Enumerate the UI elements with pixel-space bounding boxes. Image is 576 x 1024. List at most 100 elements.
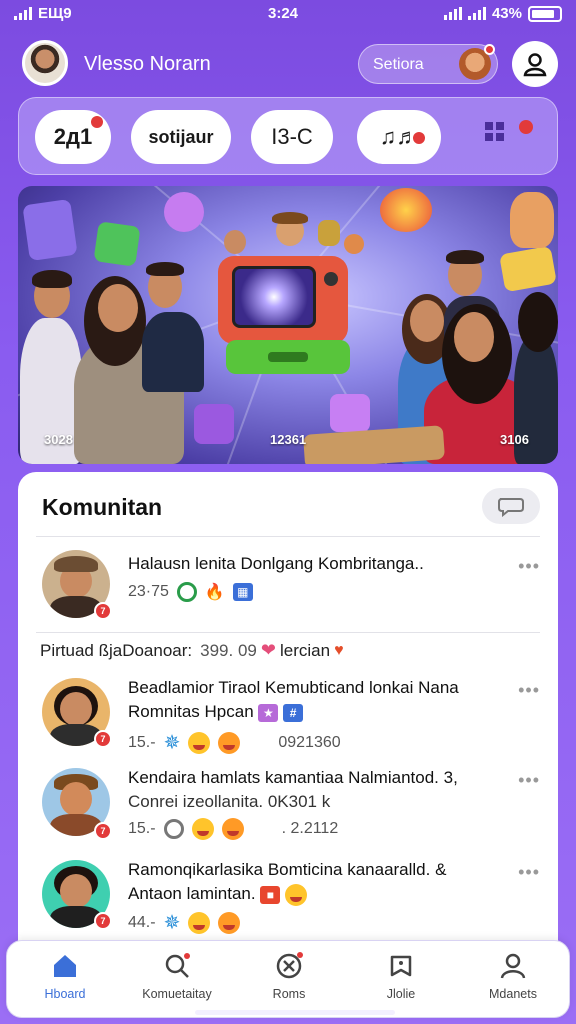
badge-icon: 7 — [94, 822, 112, 840]
nav-notifications[interactable]: Jlolie — [345, 951, 457, 1011]
quick-action-number[interactable]: I3-C — [251, 110, 333, 164]
red-dot-icon — [413, 132, 425, 144]
post-text: Ramonqikarlasika Bomticina kanaaralld. & — [128, 860, 447, 879]
person-icon — [500, 953, 526, 979]
nav-community[interactable]: Komuetaitay — [121, 951, 233, 1011]
more-options-icon[interactable]: ••• — [518, 680, 540, 701]
home-icon — [54, 955, 76, 977]
app-tile-icon — [22, 198, 78, 262]
settings-label: Setiora — [373, 56, 424, 73]
hero-banner[interactable]: 3028 12361 3106 — [18, 186, 558, 464]
nav-home[interactable]: Hboard — [9, 951, 121, 1011]
robot-figure-icon — [318, 220, 340, 246]
home-indicator — [195, 1010, 395, 1015]
game-console-illustration — [218, 256, 348, 344]
scroll-map-icon — [302, 425, 446, 464]
person-hair — [32, 270, 72, 288]
carrier-label: EЩ9 — [38, 5, 72, 22]
grid-menu-icon[interactable] — [485, 120, 533, 152]
like-count: 44.- — [128, 913, 156, 931]
quick-action-chat[interactable]: sotijaur — [131, 110, 231, 164]
game-tile-icon — [93, 221, 141, 267]
person-figure — [142, 312, 204, 392]
nav-profile[interactable]: Mdanets — [457, 951, 569, 1011]
section-title: Komunitan — [42, 494, 163, 520]
quick-action-badge[interactable]: 2д1 — [35, 110, 111, 164]
tools-icon — [276, 952, 303, 979]
post-text-line2: Romnitas Hpcan ★ # — [128, 700, 304, 724]
post-text: Conrei izeollanita. 0K301 k — [128, 792, 331, 811]
settings-button[interactable]: Setiora — [358, 44, 498, 84]
person-head — [98, 284, 138, 332]
person-head — [410, 300, 444, 342]
more-options-icon[interactable]: ••• — [518, 556, 540, 577]
user-avatar[interactable] — [22, 40, 68, 86]
search-icon — [165, 953, 190, 978]
nav-label: Mdanets — [489, 987, 537, 1001]
smile-emoji-icon — [188, 731, 211, 754]
post-text: Beadlamior Tiraol Kemubticand lonkai Nan… — [128, 678, 459, 697]
character-figure — [344, 234, 364, 254]
post-text: Romnitas Hpcan — [128, 702, 254, 721]
summary-count: 399. 09 — [200, 640, 257, 660]
red-dot-icon — [519, 120, 533, 134]
nav-label: Komuetaitay — [142, 987, 212, 1001]
smile-emoji-icon — [221, 818, 244, 840]
post-stat: . 2.2112 — [281, 820, 339, 837]
green-ring-icon — [176, 582, 197, 602]
quick-action-label: 2д1 — [53, 124, 93, 149]
divider — [36, 536, 540, 537]
more-options-icon[interactable]: ••• — [518, 770, 540, 791]
sparkle-icon: ✵ — [163, 732, 181, 754]
nav-rooms[interactable]: Roms — [233, 951, 345, 1011]
quick-action-label: sotijaur — [148, 126, 214, 147]
post-text: Antaon lamintan. — [128, 884, 256, 903]
badge-icon: 7 — [94, 912, 112, 930]
profile-button[interactable] — [512, 41, 558, 87]
ring-icon — [163, 819, 184, 839]
person-outline-icon — [523, 53, 547, 77]
smile-emoji-icon — [188, 911, 211, 934]
summary-text: lercian — [279, 640, 331, 660]
speech-bubble-icon — [498, 498, 524, 517]
clock: 3:24 — [268, 5, 299, 22]
balloon-icon: ♥ — [334, 641, 344, 659]
quick-action-music[interactable]: ♫♬ — [357, 110, 441, 164]
battery-icon — [528, 5, 562, 22]
person-hair — [446, 250, 484, 264]
smile-emoji-icon — [218, 731, 241, 754]
post-stat: 0921360 — [278, 733, 341, 751]
signal-strength-icon — [467, 7, 486, 20]
photo-tile-icon — [330, 394, 370, 432]
post-meta: 23·75 🔥 ▦ — [128, 582, 253, 602]
nav-label: Hboard — [44, 987, 86, 1001]
wifi-icon — [443, 7, 462, 20]
like-count: 15.- — [128, 733, 156, 751]
hero-stat-label: 12361 — [270, 432, 307, 447]
hero-stat-label: 3106 — [500, 432, 529, 447]
sticker-icon: ★ — [258, 704, 279, 722]
notification-dot-icon — [484, 44, 495, 55]
chat-button[interactable] — [482, 488, 540, 524]
nav-label: Roms — [272, 987, 306, 1001]
grid-tag-icon: ▦ — [232, 583, 253, 601]
character-hat — [272, 212, 308, 224]
console-stand — [226, 340, 350, 374]
post-stat: 23·75 — [128, 583, 169, 600]
post-text: Halausn lenita Donlgang Kombritanga.. — [128, 554, 424, 573]
post-text-line2: Antaon lamintan. ■ — [128, 882, 308, 906]
card-tile-icon — [499, 245, 557, 293]
app-header: Vlesso Norarn Setiora — [22, 40, 558, 88]
summary-line: Pirtuad ßjaDoanoar: 399. 09 ❤ lercian ♥ — [40, 640, 344, 661]
flame-icon: 🔥 — [204, 584, 225, 601]
nav-label: Jlolie — [386, 987, 416, 1001]
balloon-icon — [164, 192, 204, 232]
post-meta: 15.- . 2.2112 — [128, 818, 338, 840]
badge-icon: 7 — [94, 730, 112, 748]
hero-stat-label: 3028 — [44, 432, 73, 447]
more-options-icon[interactable]: ••• — [518, 862, 540, 883]
like-count: 15.- — [128, 820, 156, 837]
sparkle-icon: ✵ — [163, 912, 181, 934]
status-bar: EЩ9 3:24 43% — [0, 0, 576, 28]
community-card: Komunitan 7 Halausn lenita Donlgang Komb… — [18, 472, 558, 992]
